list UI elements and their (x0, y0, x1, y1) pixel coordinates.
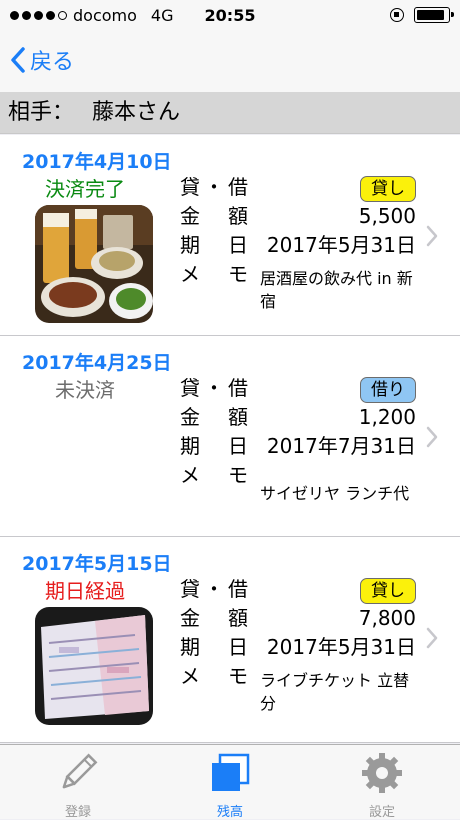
due-date-value: 2017年7月31日 (266, 434, 416, 458)
record-date: 2017年5月15日 (22, 553, 172, 575)
chevron-right-icon (426, 225, 438, 247)
battery-icon (414, 7, 454, 23)
label-char: モ (228, 463, 248, 487)
field-values: 借り 1,200 2017年7月31日 (216, 374, 416, 461)
partner-name: 藤本さん (92, 100, 181, 125)
label-char: モ (228, 262, 248, 286)
tab-bar: 登録 残高 設定 (0, 744, 460, 820)
chevron-left-icon (11, 47, 25, 73)
back-button[interactable]: 戻る (10, 44, 74, 76)
label-char: メ (180, 463, 200, 487)
label-char: 貸 (180, 376, 200, 400)
label-char: 期 (180, 434, 200, 458)
type-badge: 貸し (360, 578, 416, 604)
label-char: 期 (180, 233, 200, 257)
due-date-value: 2017年5月31日 (266, 233, 416, 257)
tab-settings[interactable]: 設定 (332, 751, 432, 820)
rotation-lock-icon (390, 8, 404, 22)
tab-label: 登録 (64, 805, 91, 820)
back-label: 戻る (30, 50, 75, 75)
field-values: 貸し 5,500 2017年5月31日 (216, 173, 416, 260)
memo-value: 居酒屋の飲み代 in 新宿 (260, 269, 413, 311)
label-char: 金 (180, 606, 200, 630)
record-photo (35, 205, 153, 323)
list-item[interactable]: 2017年5月15日 期日経過 貸・借 金額 期日 メモ 貸し 7,800 20… (0, 537, 460, 743)
settlement-status: 決済完了 (45, 177, 125, 201)
settlement-status: 期日経過 (45, 579, 125, 603)
memo-value: サイゼリヤ ランチ代 (260, 484, 410, 503)
chevron-right-icon (426, 627, 438, 649)
label-char: 金 (180, 204, 200, 228)
gear-icon (362, 753, 402, 793)
record-date: 2017年4月10日 (22, 151, 172, 173)
navigation-bar: 戻る (0, 34, 460, 93)
label-char: 期 (180, 635, 200, 659)
type-badge: 貸し (360, 176, 416, 202)
partner-label: 相手： (8, 100, 75, 125)
list-item[interactable]: 2017年4月10日 決済完了 貸・借 金額 期日 メ モ 貸し 5,500 2… (0, 135, 460, 336)
amount-value: 1,200 (358, 405, 416, 429)
tab-label: 残高 (216, 805, 243, 820)
pencil-icon (62, 753, 98, 789)
label-char: メ (180, 262, 200, 286)
due-date-value: 2017年5月31日 (266, 635, 416, 659)
record-photo (35, 607, 153, 725)
field-values: 貸し 7,800 2017年5月31日 (216, 575, 416, 662)
label-char: メ (180, 664, 200, 688)
label-char: 金 (180, 405, 200, 429)
amount-value: 5,500 (358, 204, 416, 228)
label-char: 貸 (180, 175, 200, 199)
tab-label: 設定 (368, 805, 395, 820)
tab-balance[interactable]: 残高 (180, 751, 280, 820)
label-char: 貸 (180, 577, 200, 601)
record-list: 2017年4月10日 決済完了 貸・借 金額 期日 メ モ 貸し 5,500 2… (0, 135, 460, 743)
list-item[interactable]: 2017年4月25日 未決済 貸・借 金額 期日 メモ 借り 1,200 201… (0, 336, 460, 537)
type-badge: 借り (360, 377, 416, 403)
settlement-status: 未決済 (55, 378, 115, 402)
tab-register[interactable]: 登録 (28, 751, 128, 820)
balance-icon (212, 753, 250, 791)
record-date: 2017年4月25日 (22, 352, 172, 374)
partner-header: 相手： 藤本さん (0, 92, 460, 134)
amount-value: 7,800 (358, 606, 416, 630)
status-bar: docomo 4G 20:55 (0, 0, 460, 34)
label-char: モ (228, 664, 248, 688)
chevron-right-icon (426, 426, 438, 448)
memo-value: ライブチケット 立替分 (260, 671, 410, 713)
